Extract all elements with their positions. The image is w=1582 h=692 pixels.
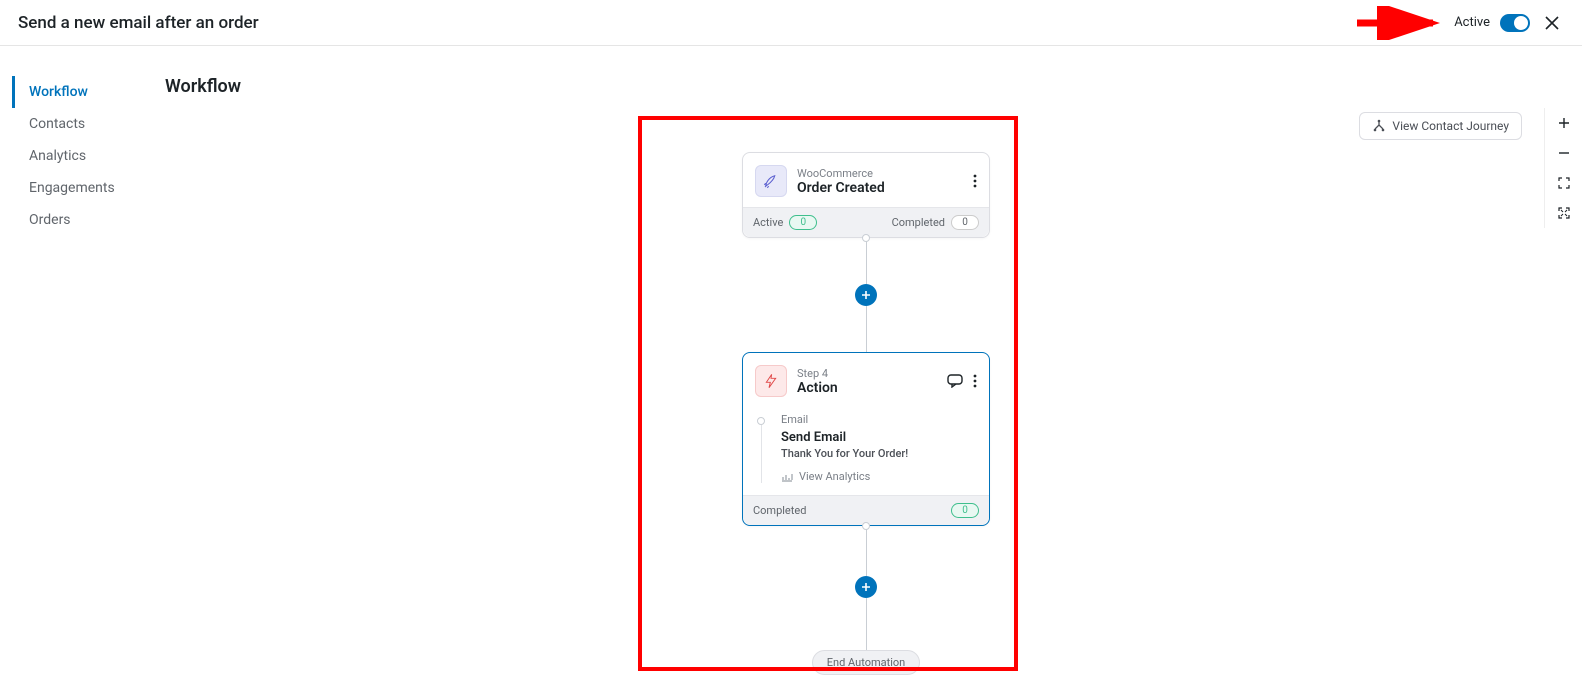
sidebar: Workflow Contacts Analytics Engagements … — [0, 46, 150, 692]
fullscreen-button[interactable] — [1545, 198, 1582, 228]
header-title: Send a new email after an order — [18, 13, 259, 33]
action-footer: Completed 0 — [743, 495, 989, 525]
sidebar-item-engagements[interactable]: Engagements — [12, 172, 150, 204]
chart-icon — [781, 472, 793, 482]
view-contact-journey-label: View Contact Journey — [1392, 119, 1509, 133]
sidebar-item-label: Workflow — [29, 84, 88, 100]
sidebar-item-orders[interactable]: Orders — [12, 204, 150, 236]
plus-icon — [1557, 116, 1571, 130]
action-timeline — [755, 411, 767, 483]
action-title: Action — [797, 380, 937, 396]
add-step-button[interactable] — [855, 284, 877, 306]
sidebar-item-label: Orders — [29, 212, 71, 228]
sidebar-item-analytics[interactable]: Analytics — [12, 140, 150, 172]
workflow-canvas[interactable]: WooCommerce Order Created Active 0 — [150, 46, 1582, 692]
header: Send a new email after an order Active — [0, 0, 1582, 46]
end-automation-badge: End Automation — [812, 650, 920, 675]
rocket-icon — [755, 165, 787, 197]
action-notes-button[interactable] — [947, 374, 963, 388]
trigger-completed-count: 0 — [951, 215, 979, 230]
trigger-completed-label: Completed — [892, 216, 945, 229]
action-kicker: Step 4 — [797, 367, 937, 380]
trigger-node[interactable]: WooCommerce Order Created Active 0 — [742, 152, 990, 238]
zoom-in-button[interactable] — [1545, 108, 1582, 138]
close-icon — [1544, 15, 1560, 31]
action-completed-count: 0 — [951, 503, 979, 518]
close-button[interactable] — [1540, 11, 1564, 35]
action-menu-button[interactable] — [973, 374, 977, 388]
action-row-title: Send Email — [781, 430, 977, 445]
dots-vertical-icon — [973, 374, 977, 388]
sidebar-item-contacts[interactable]: Contacts — [12, 108, 150, 140]
action-row: Email Send Email Thank You for Your Orde… — [755, 411, 977, 483]
action-completed-label: Completed — [753, 504, 806, 517]
fit-screen-button[interactable] — [1545, 168, 1582, 198]
trigger-active-count: 0 — [789, 215, 817, 230]
connector — [866, 238, 867, 284]
action-row-kicker: Email — [781, 413, 977, 426]
zoom-panel — [1544, 108, 1582, 228]
header-right: Active — [1454, 11, 1564, 35]
fullscreen-icon — [1557, 206, 1571, 220]
trigger-active-label: Active — [753, 216, 783, 229]
action-node[interactable]: Step 4 Action — [742, 352, 990, 526]
end-automation-label: End Automation — [827, 656, 905, 669]
view-analytics-link[interactable]: View Analytics — [781, 470, 977, 483]
plus-icon — [861, 290, 871, 300]
connector — [866, 598, 867, 650]
sidebar-item-workflow[interactable]: Workflow — [12, 76, 150, 108]
sidebar-item-label: Contacts — [29, 116, 85, 132]
minus-icon — [1557, 146, 1571, 160]
expand-icon — [1557, 176, 1571, 190]
chat-icon — [947, 374, 963, 388]
trigger-node-head: WooCommerce Order Created — [743, 153, 989, 207]
sidebar-item-label: Analytics — [29, 148, 86, 164]
plus-icon — [861, 582, 871, 592]
view-analytics-label: View Analytics — [799, 470, 870, 483]
active-label: Active — [1454, 15, 1490, 30]
add-step-button[interactable] — [855, 576, 877, 598]
trigger-title: Order Created — [797, 180, 963, 196]
dots-vertical-icon — [973, 174, 977, 188]
trigger-footer: Active 0 Completed 0 — [743, 207, 989, 237]
connector — [866, 306, 867, 352]
active-toggle[interactable] — [1500, 14, 1530, 32]
main: Workflow Contacts Analytics Engagements … — [0, 46, 1582, 692]
action-row-subtitle: Thank You for Your Order! — [781, 447, 977, 460]
content: Workflow View Contact Journey — [150, 46, 1582, 692]
action-body: Email Send Email Thank You for Your Orde… — [743, 407, 989, 495]
trigger-menu-button[interactable] — [973, 174, 977, 188]
bolt-icon — [755, 365, 787, 397]
zoom-out-button[interactable] — [1545, 138, 1582, 168]
action-node-head: Step 4 Action — [743, 353, 989, 407]
connector — [866, 526, 867, 576]
sidebar-item-label: Engagements — [29, 180, 115, 196]
view-contact-journey-button[interactable]: View Contact Journey — [1359, 112, 1522, 140]
branch-icon — [1372, 119, 1386, 133]
trigger-kicker: WooCommerce — [797, 167, 963, 180]
